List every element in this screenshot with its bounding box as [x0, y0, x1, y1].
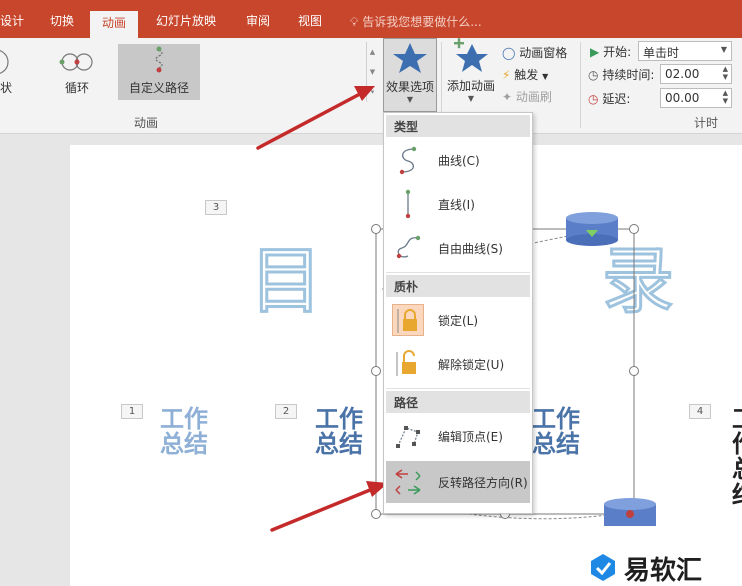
menu-item-reverse-path[interactable]: 反转路径方向(R): [386, 461, 530, 503]
line-icon: [405, 189, 411, 219]
menu-item-curve[interactable]: 曲线(C): [386, 139, 530, 181]
reverse-path-icon: [395, 469, 421, 495]
unlock-icon: [396, 350, 416, 376]
menu-item-reverse-path-label: 反转路径方向(R): [438, 476, 528, 490]
cylinder-start[interactable]: [566, 212, 618, 246]
menu-item-unlocked[interactable]: 解除锁定(U): [386, 343, 530, 385]
edit-points-icon: [396, 426, 420, 448]
menu-item-locked[interactable]: 锁定(L): [386, 299, 530, 341]
resize-handle-w[interactable]: [371, 366, 381, 376]
freeform-icon: [396, 235, 421, 259]
watermark-logo-icon: [591, 554, 615, 581]
section-header-lock: 质朴: [386, 275, 530, 297]
menu-item-line-label: 直线(I): [438, 198, 475, 212]
section-header-path: 路径: [386, 391, 530, 413]
menu-item-unlocked-label: 解除锁定(U): [438, 358, 505, 372]
pointer-arrow-top: [256, 86, 375, 150]
watermark-text: 易软汇: [624, 556, 703, 586]
resize-handle-ne[interactable]: [629, 224, 639, 234]
effect-options-menu: 类型 曲线(C) 直线(I) 自由曲线(S) 质朴 锁定(L) 解除锁定(U) …: [383, 112, 533, 514]
lock-icon: [392, 304, 424, 336]
menu-item-freeform[interactable]: 自由曲线(S): [386, 227, 530, 269]
resize-handle-nw[interactable]: [371, 224, 381, 234]
section-header-type: 类型: [386, 115, 530, 137]
menu-separator-2: [386, 388, 530, 389]
watermark: 易软汇: [582, 548, 742, 586]
cylinder-end[interactable]: [604, 498, 656, 526]
curve-icon: [399, 146, 417, 175]
resize-handle-sw[interactable]: [371, 509, 381, 519]
menu-item-edit-points-label: 编辑顶点(E): [438, 430, 503, 444]
menu-item-edit-points[interactable]: 编辑顶点(E): [386, 415, 530, 457]
menu-separator: [386, 272, 530, 273]
menu-item-locked-label: 锁定(L): [438, 314, 479, 328]
motion-path-overlay: [256, 86, 656, 532]
menu-item-line[interactable]: 直线(I): [386, 183, 530, 225]
menu-item-freeform-label: 自由曲线(S): [438, 242, 503, 256]
resize-handle-e[interactable]: [629, 366, 639, 376]
pointer-arrow-bottom: [270, 481, 388, 532]
menu-item-curve-label: 曲线(C): [438, 154, 480, 168]
